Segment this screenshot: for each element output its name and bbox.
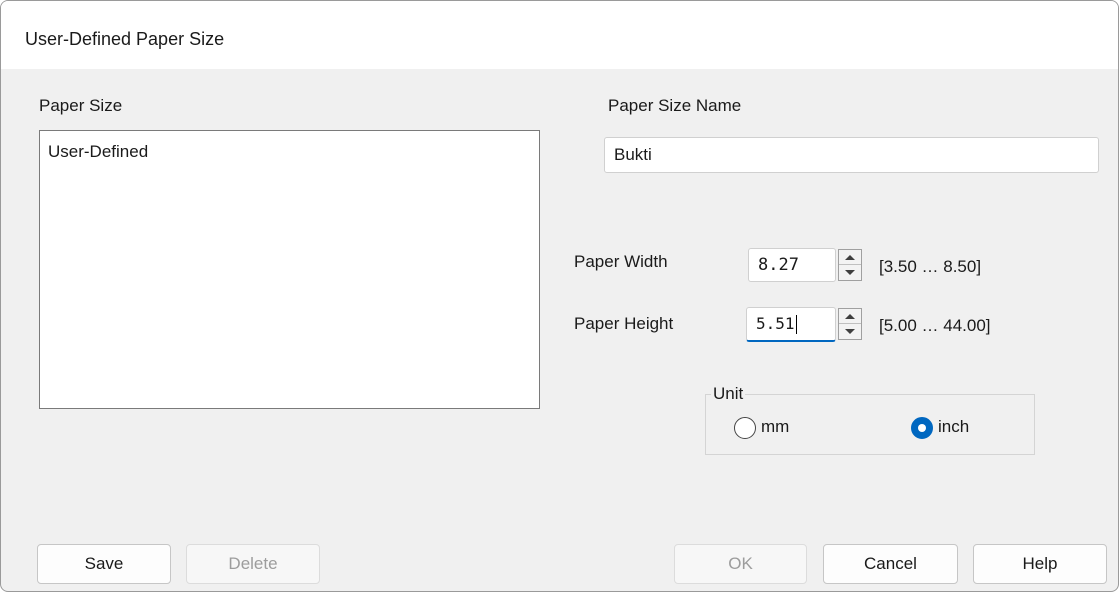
paper-width-decrement[interactable]	[839, 265, 861, 280]
delete-button[interactable]: Delete	[186, 544, 320, 584]
list-item[interactable]: User-Defined	[48, 142, 148, 162]
paper-width-range: [3.50 … 8.50]	[879, 257, 982, 276]
paper-width-spinner[interactable]	[838, 249, 862, 281]
user-defined-paper-size-dialog: User-Defined Paper Size Paper Size User-…	[0, 0, 1119, 592]
paper-width-value: 8.27	[758, 255, 799, 275]
arrow-down-icon	[845, 329, 855, 334]
text-caret	[795, 315, 797, 335]
paper-height-field[interactable]: 5.51	[746, 307, 836, 342]
dialog-title: User-Defined Paper Size	[25, 29, 225, 49]
arrow-up-icon	[845, 254, 855, 260]
save-button[interactable]: Save	[37, 544, 171, 584]
unit-inch-radio[interactable]	[911, 417, 933, 439]
arrow-down-icon	[845, 270, 855, 275]
paper-height-label: Paper Height	[574, 314, 674, 333]
arrow-up-icon	[845, 313, 855, 319]
paper-height-decrement[interactable]	[839, 324, 861, 339]
paper-size-label: Paper Size	[39, 96, 123, 115]
ok-button[interactable]: OK	[674, 544, 807, 584]
paper-height-increment[interactable]	[839, 309, 861, 324]
help-button[interactable]: Help	[973, 544, 1107, 584]
paper-size-name-value: Bukti	[614, 145, 652, 164]
paper-size-name-field[interactable]: Bukti	[604, 137, 1099, 173]
unit-mm-radio[interactable]	[734, 417, 756, 439]
radio-checked-dot	[918, 424, 926, 432]
paper-height-range: [5.00 … 44.00]	[879, 316, 991, 335]
paper-height-input-content: 5.51	[756, 313, 797, 335]
unit-mm-label[interactable]: mm	[761, 417, 789, 437]
paper-width-field[interactable]: 8.27	[748, 248, 836, 282]
unit-inch-label[interactable]: inch	[938, 417, 969, 437]
paper-size-name-label: Paper Size Name	[608, 96, 742, 115]
paper-width-label: Paper Width	[574, 252, 668, 271]
unit-group-label: Unit	[711, 384, 746, 404]
paper-height-value: 5.51	[756, 313, 795, 333]
paper-height-spinner[interactable]	[838, 308, 862, 340]
cancel-button[interactable]: Cancel	[823, 544, 958, 584]
paper-size-list[interactable]: User-Defined	[39, 130, 540, 409]
paper-width-increment[interactable]	[839, 250, 861, 265]
title-bar: User-Defined Paper Size	[1, 1, 1118, 69]
